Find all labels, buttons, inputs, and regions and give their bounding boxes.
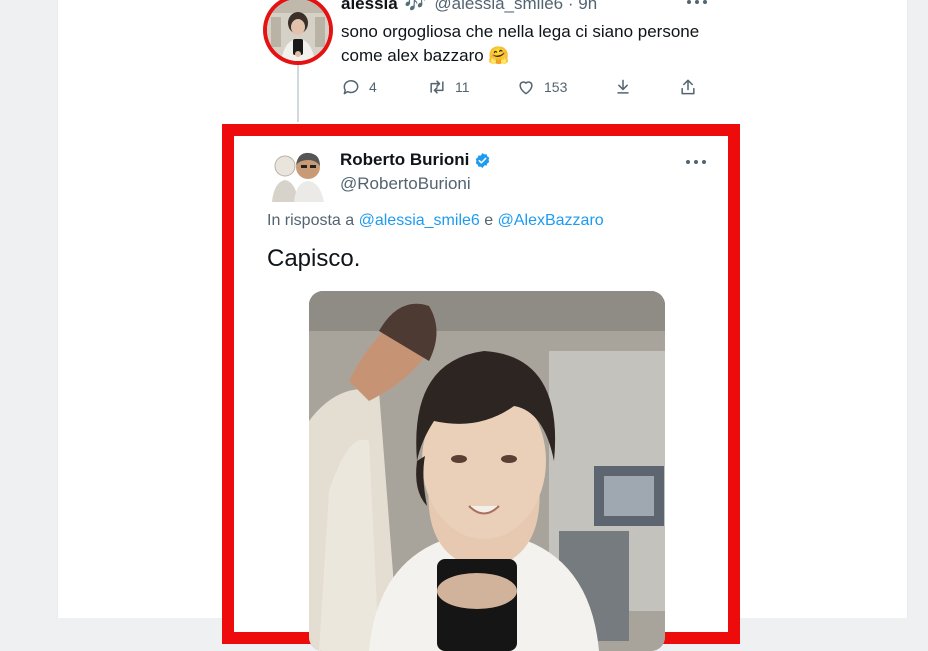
media-photo-illustration — [309, 291, 665, 651]
download-icon — [617, 79, 629, 94]
reply-icon — [343, 80, 359, 95]
burioni-author-handle[interactable]: @RobertoBurioni — [340, 174, 471, 194]
download-button[interactable] — [613, 77, 633, 97]
replying-to-line: In risposta a @alessia_smile6 e @AlexBaz… — [267, 212, 604, 230]
share-button[interactable] — [678, 77, 698, 97]
more-options-icon[interactable] — [686, 0, 708, 8]
burioni-author-name[interactable]: Roberto Burioni — [340, 150, 469, 170]
like-count: 153 — [544, 79, 568, 95]
like-icon — [519, 81, 533, 95]
highlighted-tweet-text: Capisco. — [267, 245, 361, 272]
mention-link[interactable]: @AlexBazzaro — [498, 212, 604, 229]
parent-tweet-header: alessia 🎶 @alessia_smile6 · 9h — [341, 0, 597, 14]
parent-tweet-text: sono orgogliosa che nella lega ci siano … — [341, 20, 701, 68]
retweet-icon — [430, 80, 444, 94]
parent-tweet-time[interactable]: 9h — [578, 0, 597, 13]
burioni-avatar-illustration — [268, 148, 330, 202]
highlighted-tweet-frame: Roberto Burioni @RobertoBurioni In rispo… — [222, 124, 740, 651]
header-separator: · — [567, 0, 574, 13]
reply-count: 4 — [369, 79, 377, 95]
mention-link[interactable]: @alessia_smile6 — [359, 212, 480, 229]
parent-tweet-body: sono orgogliosa che nella lega ci siano … — [341, 22, 700, 65]
retweet-count: 11 — [455, 79, 470, 95]
like-button[interactable]: 153 — [516, 77, 567, 97]
burioni-name-row[interactable]: Roberto Burioni — [340, 150, 491, 170]
burioni-avatar[interactable] — [268, 148, 330, 202]
retweet-button[interactable]: 11 — [427, 77, 470, 97]
more-options-icon[interactable] — [685, 156, 707, 168]
thread-connector-line — [297, 64, 299, 122]
verified-badge-icon — [476, 152, 490, 168]
parent-avatar-photo — [267, 0, 329, 61]
share-icon — [681, 79, 695, 95]
parent-author-handle[interactable]: @alessia_smile6 — [434, 0, 563, 13]
reply-button[interactable]: 4 — [341, 77, 377, 97]
reply-conjunction: e — [484, 212, 494, 229]
hugging-face-emoji: 🤗 — [488, 46, 510, 65]
tweet-media-photo[interactable] — [309, 291, 665, 651]
reply-prefix: In risposta a — [267, 212, 355, 229]
parent-author-name[interactable]: alessia — [341, 0, 398, 13]
music-notes-emoji: 🎶 — [404, 0, 426, 13]
